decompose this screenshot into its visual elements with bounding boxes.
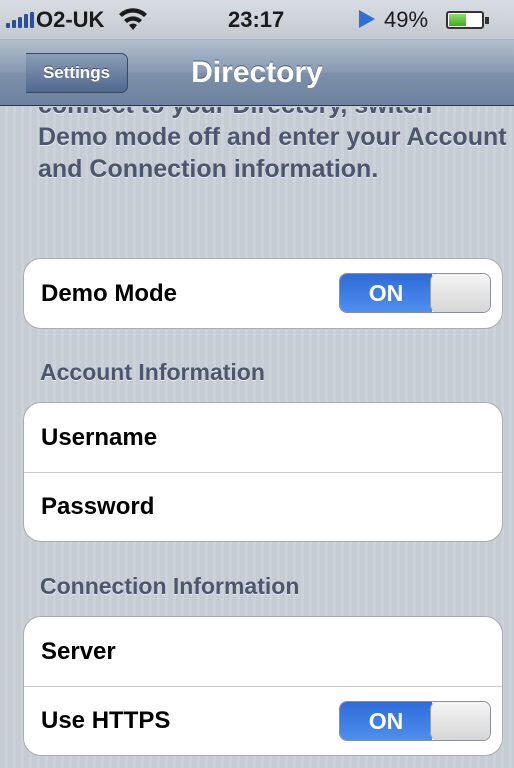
settings-back-button[interactable]: Settings — [26, 53, 128, 93]
password-label: Password — [41, 493, 155, 520]
page-title: Directory — [191, 56, 323, 89]
signal-icon — [6, 12, 34, 28]
status-bar: O2-UK 23:17 49% — [0, 0, 514, 40]
navigation-bar: Settings Directory — [0, 40, 514, 106]
server-row[interactable]: Server — [24, 617, 502, 686]
battery-fill — [449, 14, 466, 26]
demo-mode-label: Demo Mode — [41, 279, 178, 307]
demo-toggle-on-label: ON — [340, 274, 432, 312]
demo-mode-toggle[interactable]: ON — [339, 273, 491, 313]
username-label: Username — [41, 423, 158, 451]
demo-group: Demo Mode ON — [23, 258, 503, 329]
use-https-toggle[interactable]: ON — [339, 701, 491, 741]
play-icon — [359, 10, 375, 28]
username-row[interactable]: Username — [24, 403, 502, 472]
account-group: Username Password — [23, 402, 503, 542]
toggle-knob — [430, 274, 490, 312]
clock: 23:17 — [228, 7, 285, 32]
settings-content[interactable]: connect to your Directory, switch Demo m… — [0, 107, 514, 768]
connection-section-header: Connection Information — [40, 573, 300, 599]
carrier-name: O2-UK — [36, 7, 105, 32]
description-text: connect to your Directory, switch Demo m… — [38, 107, 507, 183]
server-label: Server — [41, 637, 116, 665]
use-https-label: Use HTTPS — [41, 707, 171, 734]
back-button-label: Settings — [42, 63, 111, 82]
wifi-icon — [119, 8, 147, 30]
use-https-row: Use HTTPS ON — [24, 686, 502, 755]
password-row[interactable]: Password — [24, 472, 502, 541]
toggle-knob — [430, 702, 490, 740]
https-toggle-on-label: ON — [340, 702, 432, 740]
connection-group: Server Use HTTPS ON — [23, 616, 503, 756]
account-section-header: Account Information — [40, 359, 265, 385]
demo-mode-row: Demo Mode ON — [24, 259, 502, 328]
battery-percent: 49% — [384, 7, 429, 32]
battery-icon — [446, 11, 489, 29]
